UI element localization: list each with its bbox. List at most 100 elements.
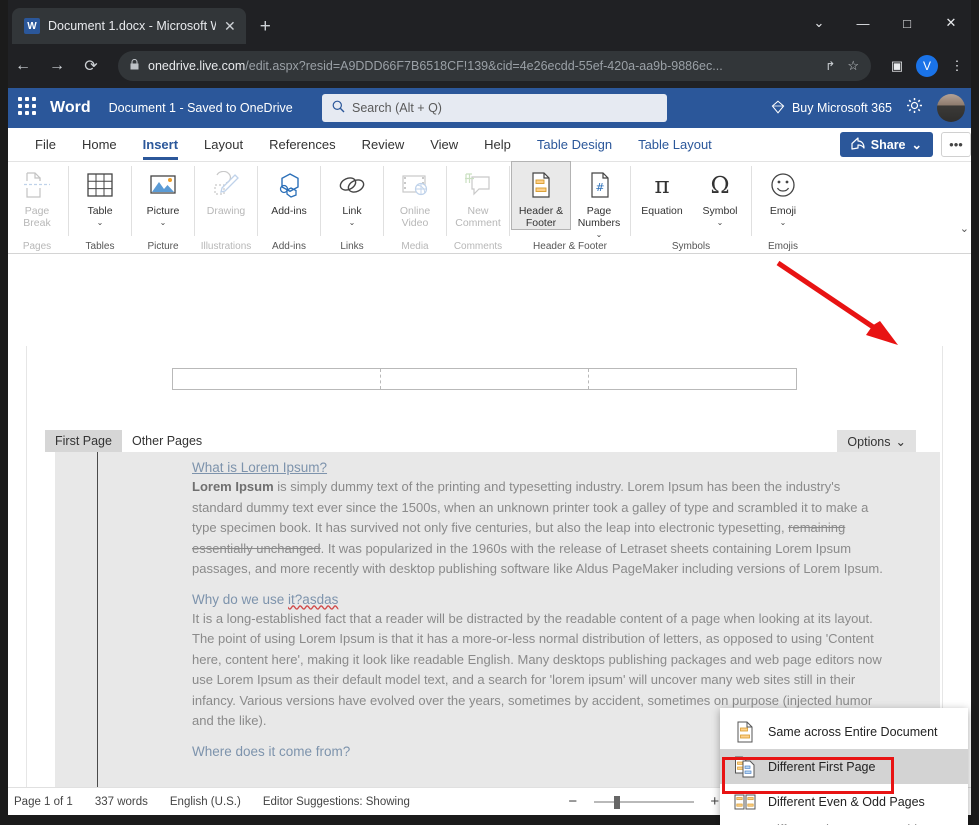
- browser-menu-icon[interactable]: ⋮: [943, 52, 971, 80]
- ribbon-tab-home[interactable]: Home: [69, 128, 130, 162]
- chevron-down-icon[interactable]: ⌄: [717, 218, 724, 227]
- word-brand-label[interactable]: Word: [50, 99, 91, 117]
- ribbon-tab-table-layout[interactable]: Table Layout: [625, 128, 725, 162]
- ribbon-button-link[interactable]: Link ⌄: [323, 162, 381, 227]
- ribbon-button-add-ins[interactable]: Add-ins: [260, 162, 318, 217]
- back-icon[interactable]: ←: [8, 51, 38, 81]
- address-bar[interactable]: onedrive.live.com/edit.aspx?resid=A9DDD6…: [118, 51, 871, 81]
- collapse-ribbon-icon[interactable]: ⌄: [960, 222, 969, 235]
- ribbon-button-label: Header & Footer: [518, 205, 564, 229]
- chevron-down-icon[interactable]: ⌄: [349, 218, 356, 227]
- chevron-down-icon[interactable]: ⌄: [797, 8, 841, 38]
- reload-icon[interactable]: ⟳: [76, 51, 106, 81]
- new-tab-button[interactable]: +: [260, 16, 271, 38]
- buy-microsoft-365-button[interactable]: Buy Microsoft 365: [771, 100, 892, 117]
- ribbon-tab-view[interactable]: View: [417, 128, 471, 162]
- minimize-icon[interactable]: —: [841, 8, 885, 38]
- ribbon-button-picture[interactable]: Picture ⌄: [134, 162, 192, 227]
- maximize-icon[interactable]: □: [885, 8, 929, 38]
- menu-item-same-across-entire-document[interactable]: Same across Entire Document: [720, 714, 968, 749]
- ribbon-group-items: Drawing: [197, 162, 255, 240]
- ribbon-button-header-footer[interactable]: Header & Footer: [511, 161, 571, 230]
- ribbon-button-label: New Comment: [455, 205, 501, 229]
- ribbon-tab-references[interactable]: References: [256, 128, 348, 162]
- ribbon-group-links: Link ⌄ Links: [321, 162, 383, 254]
- ribbon-overflow-button[interactable]: •••: [941, 132, 971, 157]
- word-favicon-icon: W: [24, 18, 40, 34]
- chevron-down-icon: ⌄: [911, 138, 922, 152]
- options-button[interactable]: Options ⌄: [837, 430, 916, 453]
- menu-item-different-first-even-odd-pages[interactable]: Different First, Even & Odd Pages: [720, 819, 968, 825]
- ribbon-tab-table-design[interactable]: Table Design: [524, 128, 625, 162]
- ribbon-button-label: Emoji: [769, 205, 797, 217]
- header-footer-tab-other-pages[interactable]: Other Pages: [122, 430, 212, 452]
- ribbon-tab-layout[interactable]: Layout: [191, 128, 256, 162]
- chevron-down-icon[interactable]: ⌄: [160, 218, 167, 227]
- gear-icon[interactable]: [906, 97, 923, 119]
- app-launcher-icon[interactable]: [18, 97, 40, 119]
- favorite-star-icon[interactable]: ☆: [835, 58, 859, 74]
- browser-tabstrip-area: W Document 1.docx - Microsoft Wo ✕ + ⌄ —…: [0, 0, 979, 44]
- chevron-down-icon: ⌄: [895, 435, 906, 449]
- ribbon-group-picture: Picture ⌄ Picture: [132, 162, 194, 254]
- status-page-count[interactable]: Page 1 of 1: [14, 796, 73, 808]
- ribbon-button-label: Add-ins: [271, 205, 307, 217]
- doc-heading-1[interactable]: What is Lorem Ipsum?: [192, 460, 892, 475]
- menu-item-different-first-page[interactable]: Different First Page: [720, 749, 968, 784]
- ribbon-group-items: Online Video: [386, 162, 444, 240]
- ribbon-tab-help[interactable]: Help: [471, 128, 524, 162]
- status-language[interactable]: English (U.S.): [170, 796, 241, 808]
- search-icon: [332, 100, 345, 116]
- different-even-odd-icon: [734, 791, 756, 813]
- forward-icon[interactable]: →: [42, 51, 72, 81]
- browser-tab[interactable]: W Document 1.docx - Microsoft Wo ✕: [12, 8, 246, 44]
- zoom-slider[interactable]: [593, 795, 694, 809]
- window-controls: ⌄ — □ ✕: [797, 8, 973, 38]
- ribbon-button-label: Equation: [641, 205, 683, 217]
- ribbon-group-label: Links: [340, 241, 364, 252]
- ribbon-button-equation[interactable]: π Equation: [633, 162, 691, 217]
- ribbon-button-symbol[interactable]: Ω Symbol ⌄: [691, 162, 749, 227]
- user-avatar[interactable]: [937, 94, 965, 122]
- header-footer-tab-first-page[interactable]: First Page: [45, 430, 122, 452]
- ribbon-group-comments: New Comment Comments: [447, 162, 509, 254]
- profile-avatar[interactable]: V: [913, 52, 941, 80]
- different-first-page-icon: [734, 756, 756, 778]
- ribbon-button-page-numbers[interactable]: # Page Numbers ⌄: [570, 162, 628, 239]
- ribbon-button-emoji[interactable]: Emoji ⌄: [754, 162, 812, 227]
- ribbon-tab-file[interactable]: File: [22, 128, 69, 162]
- same-entire-document-icon: [734, 721, 756, 743]
- equation-pi-icon: π: [645, 168, 679, 202]
- lock-icon: [130, 58, 139, 73]
- ribbon-group-header-footer: Header & Footer # Page Numbers ⌄ Header & Foot…: [510, 161, 630, 254]
- ribbon-group-items: Emoji ⌄: [754, 162, 812, 240]
- picture-icon: [148, 168, 178, 202]
- close-window-icon[interactable]: ✕: [929, 8, 973, 38]
- search-input[interactable]: Search (Alt + Q): [322, 94, 667, 122]
- ribbon-tab-review[interactable]: Review: [349, 128, 418, 162]
- status-editor-suggestions[interactable]: Editor Suggestions: Showing: [263, 796, 410, 808]
- collections-icon[interactable]: ▣: [883, 52, 911, 80]
- ribbon-button-label: Link: [342, 205, 362, 217]
- chevron-down-icon[interactable]: ⌄: [596, 230, 603, 239]
- status-word-count[interactable]: 337 words: [95, 796, 148, 808]
- header-table[interactable]: [172, 368, 797, 390]
- ribbon-button-table[interactable]: Table ⌄: [71, 162, 129, 227]
- ribbon-tab-insert[interactable]: Insert: [130, 128, 191, 162]
- document-title-status[interactable]: Document 1 - Saved to OneDrive: [109, 101, 293, 115]
- buy-365-label: Buy Microsoft 365: [791, 101, 892, 115]
- zoom-slider-handle[interactable]: [613, 795, 620, 809]
- zoom-out-button[interactable]: −: [566, 793, 580, 810]
- close-tab-icon[interactable]: ✕: [224, 19, 236, 33]
- ribbon-group-symbols: π Equation Ω Symbol ⌄ Symbols: [631, 162, 751, 254]
- options-label: Options: [847, 434, 891, 449]
- menu-item-different-even-odd-pages[interactable]: Different Even & Odd Pages: [720, 784, 968, 819]
- svg-text:Ω: Ω: [710, 173, 729, 199]
- share-button[interactable]: Share ⌄: [839, 132, 933, 157]
- browser-toolbar-right: ▣ V ⋮: [879, 52, 971, 80]
- chevron-down-icon[interactable]: ⌄: [780, 218, 787, 227]
- share-page-icon[interactable]: ↱: [817, 59, 835, 73]
- browser-navigation-bar: ← → ⟳ onedrive.live.com/edit.aspx?resid=…: [0, 44, 979, 88]
- header-footer-page-tabs: First Page Other Pages: [45, 430, 212, 452]
- chevron-down-icon[interactable]: ⌄: [97, 218, 104, 227]
